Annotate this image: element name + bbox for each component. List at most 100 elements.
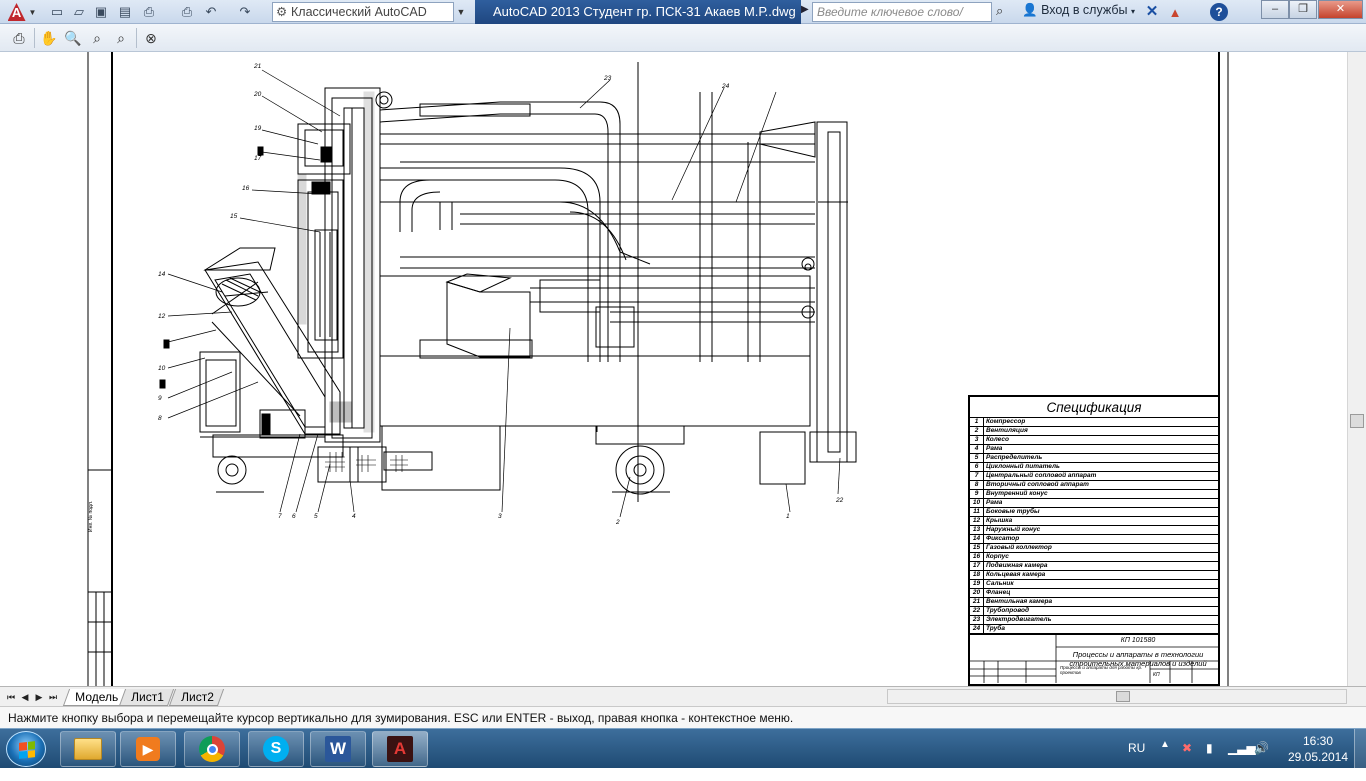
frame-label: Инв. № подл. <box>88 501 94 532</box>
zoom-previous-icon[interactable]: ⌕ <box>110 27 132 49</box>
leader-label: 14 <box>158 271 166 278</box>
workspace-selector[interactable]: ⚙ Классический AutoCAD <box>272 2 454 22</box>
spec-row-title: Боковые трубы <box>986 508 1040 515</box>
minimize-button[interactable]: – <box>1261 0 1289 19</box>
print-icon[interactable]: ⎙ <box>8 27 30 49</box>
redo-icon[interactable]: ↷ <box>236 3 254 21</box>
title-block: КП 101580 Процессы и аппараты в технолог… <box>968 634 1220 686</box>
spec-row: 13 Наружный конус <box>970 526 1218 535</box>
spec-row-title: Корпус <box>986 553 1009 560</box>
maximize-button[interactable]: ❐ <box>1289 0 1317 19</box>
spec-row-number: 11 <box>970 508 984 516</box>
save-as-icon[interactable]: ▤ <box>116 3 134 21</box>
layout-tabs-bar: ⏮ ◀ ▶ ⏭ Модель Лист1 Лист2 <box>0 686 1366 706</box>
leader-label: 9 <box>158 395 162 402</box>
spec-row-title: Газовый коллектор <box>986 544 1052 551</box>
taskbar-skype[interactable]: S <box>248 731 304 767</box>
spec-row: 8 Вторичный сопловой аппарат <box>970 481 1218 490</box>
next-tab-icon[interactable]: ▶ <box>33 690 45 704</box>
network-warning-icon[interactable]: ✖ <box>1182 741 1192 781</box>
scrollbar-thumb[interactable] <box>1350 414 1364 428</box>
taskbar-media-player[interactable]: ▶ <box>120 731 176 767</box>
device-icon[interactable]: ▮ <box>1206 741 1213 781</box>
tab-sheet1[interactable]: Лист1 <box>118 689 174 706</box>
taskbar-chrome[interactable] <box>184 731 240 767</box>
horizontal-scrollbar[interactable] <box>887 689 1347 704</box>
taskbar-autocad[interactable]: A <box>372 731 428 767</box>
login-button[interactable]: 👤 Вход в службы ▾ <box>1022 3 1135 18</box>
taskbar-word[interactable]: W <box>310 731 366 767</box>
chevron-down-icon: ▾ <box>1131 7 1136 16</box>
first-tab-icon[interactable]: ⏮ <box>5 690 17 704</box>
spec-row-title: Трубопровод <box>986 607 1029 614</box>
taskbar-explorer[interactable] <box>60 731 116 767</box>
zoom-window-icon[interactable]: ⌕ <box>86 27 108 49</box>
spec-row: 24 Труба <box>970 625 1218 634</box>
close-button[interactable]: ✕ <box>1318 0 1363 19</box>
tray-expand-icon[interactable]: ▲ <box>1160 739 1170 779</box>
autocad-icon: A <box>387 736 413 762</box>
last-tab-icon[interactable]: ⏭ <box>47 690 59 704</box>
leader-label: 16 <box>242 185 250 192</box>
leader-lines <box>167 69 841 518</box>
spec-row: 9 Внутренний конус <box>970 490 1218 499</box>
application-menu-button[interactable]: A ▼ <box>2 1 42 23</box>
pan-hand-icon[interactable]: ✋ <box>38 27 60 49</box>
leader-label: 22 <box>835 497 844 504</box>
drawing-canvas[interactable]: Инв. № подл. 21 20 19 17 16 15 14 12 10 … <box>0 52 1347 686</box>
spec-row: 12 Крышка <box>970 517 1218 526</box>
plot-icon[interactable]: ⎙ <box>140 3 158 21</box>
leader-label: 12 <box>158 313 166 320</box>
tab-sheet2[interactable]: Лист2 <box>168 689 224 706</box>
spec-row: 7 Центральный сопловой аппарат <box>970 472 1218 481</box>
spec-row-number: 5 <box>970 454 984 462</box>
separator <box>34 28 35 48</box>
workspace-dropdown-icon[interactable]: ▼ <box>455 3 467 21</box>
binoculars-icon[interactable]: ⌕ <box>996 3 1003 19</box>
tab-model[interactable]: Модель <box>62 689 129 706</box>
scrollbar-thumb[interactable] <box>1116 691 1130 702</box>
chevron-right-icon[interactable]: ▶ <box>801 4 809 15</box>
media-player-icon: ▶ <box>136 737 160 761</box>
undo-icon[interactable]: ↶ <box>202 3 220 21</box>
search-input[interactable]: Введите ключевое слово/фразу <box>812 2 992 37</box>
language-indicator[interactable]: RU <box>1128 741 1145 781</box>
spec-row-title: Фиксатор <box>986 535 1020 542</box>
spec-row-number: 15 <box>970 544 984 552</box>
close-preview-icon[interactable]: ⊗ <box>140 27 162 49</box>
print-icon[interactable]: ⎙ <box>178 3 196 21</box>
spec-row-number: 13 <box>970 526 984 534</box>
zoom-realtime-icon[interactable]: 🔍 <box>62 27 84 49</box>
show-desktop-button[interactable] <box>1354 729 1366 769</box>
leader-label: 10 <box>158 365 166 372</box>
leader-label: 7 <box>278 513 282 520</box>
spec-row: 19 Сальник <box>970 580 1218 589</box>
start-button[interactable] <box>6 731 46 767</box>
spec-row-number: 20 <box>970 589 984 597</box>
command-line[interactable]: Нажмите кнопку выбора и перемещайте курс… <box>0 706 1366 728</box>
spec-row-title: Подвижная камера <box>986 562 1048 569</box>
open-folder-icon[interactable]: ▱ <box>70 3 88 21</box>
spec-row-number: 18 <box>970 571 984 579</box>
spec-row-number: 22 <box>970 607 984 615</box>
spec-row-number: 4 <box>970 445 984 453</box>
signal-icon[interactable]: ▁▃▅ <box>1228 741 1256 781</box>
save-icon[interactable]: ▣ <box>92 3 110 21</box>
spec-row-title: Крышка <box>986 517 1013 524</box>
user-icon: 👤 <box>1022 3 1038 17</box>
triangle-app-icon[interactable]: ▲ <box>1166 3 1184 21</box>
vertical-scrollbar[interactable] <box>1347 52 1366 686</box>
exchange-icon[interactable]: ✕ <box>1143 2 1161 22</box>
volume-icon[interactable]: 🔊 <box>1254 741 1269 781</box>
prev-tab-icon[interactable]: ◀ <box>19 690 31 704</box>
new-file-icon[interactable]: ▭ <box>48 3 66 21</box>
help-icon[interactable]: ? <box>1210 3 1228 21</box>
leader-label: 6 <box>292 513 296 520</box>
spec-row: 15 Газовый коллектор <box>970 544 1218 553</box>
spec-row-title: Компрессор <box>986 418 1026 425</box>
leader-label: 8 <box>158 415 162 422</box>
spec-row-title: Наружный конус <box>986 526 1041 533</box>
spec-row-title: Циклонный питатель <box>986 463 1060 470</box>
system-clock[interactable]: 16:30 29.05.2014 <box>1286 733 1350 765</box>
spec-row: 5 Распределитель <box>970 454 1218 463</box>
